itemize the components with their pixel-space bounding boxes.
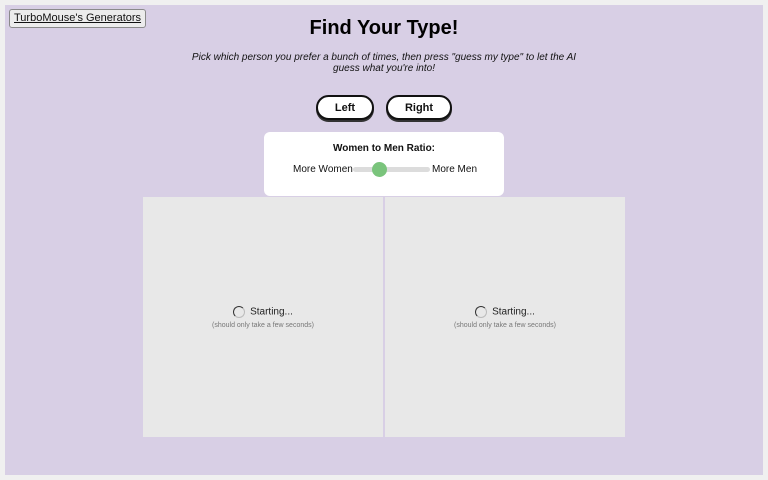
spinner-icon (475, 305, 488, 318)
page: TurboMouse's Generators Find Your Type! … (5, 5, 763, 475)
page-instructions: Pick which person you prefer a bunch of … (191, 52, 577, 74)
choose-right-button[interactable]: Right (386, 95, 452, 120)
ratio-slider-thumb[interactable] (372, 162, 388, 177)
ratio-label-more-women: More Women (293, 164, 353, 175)
ratio-label-more-men: More Men (432, 164, 478, 175)
spinner-icon (233, 305, 246, 318)
loading-status: Starting... (492, 306, 535, 318)
loading-status: Starting... (250, 306, 293, 318)
ratio-title: Women to Men Ratio: (332, 143, 436, 154)
right-person-panel[interactable]: Starting... (should only take a few seco… (385, 197, 625, 437)
page-title: Find Your Type! (309, 17, 459, 39)
ratio-slider[interactable] (353, 162, 430, 177)
ratio-card: Women to Men Ratio: More Women More Men (264, 132, 504, 196)
choose-left-button[interactable]: Left (316, 95, 374, 120)
loading-note: (should only take a few seconds) (454, 322, 556, 329)
loading-indicator: Starting... (385, 303, 625, 321)
left-person-panel[interactable]: Starting... (should only take a few seco… (143, 197, 383, 437)
loading-indicator: Starting... (143, 303, 383, 321)
loading-note: (should only take a few seconds) (212, 322, 314, 329)
